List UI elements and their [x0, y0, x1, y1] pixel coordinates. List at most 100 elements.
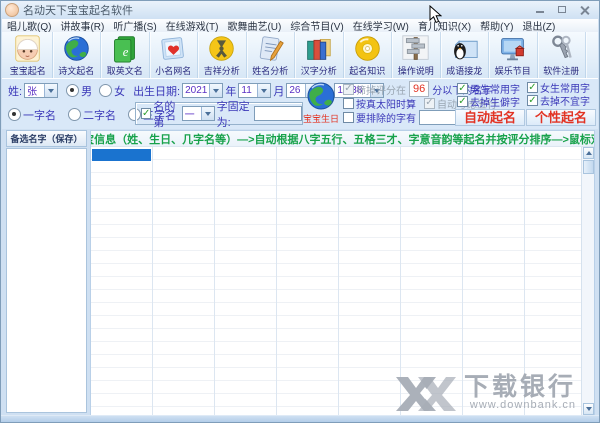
exclude-checkbox[interactable]	[343, 112, 354, 123]
english-book-icon: e	[110, 34, 139, 63]
maximize-button[interactable]	[557, 5, 569, 15]
globe-icon	[62, 34, 91, 63]
year-unit: 年	[225, 83, 236, 99]
fixed-char-label: 名的第	[153, 98, 179, 130]
title-bar[interactable]: 名动天下宝宝起名软件	[1, 1, 599, 19]
toolbar-naming-knowledge[interactable]: 起名知识	[344, 32, 393, 78]
baby-icon	[13, 34, 42, 63]
fixed-char-group: 名的第 一 字固定为:	[135, 102, 303, 125]
dropdown-arrow-icon[interactable]	[209, 84, 222, 97]
window-bottom-frame	[1, 415, 599, 422]
toolbar-hanzi-analysis[interactable]: 汉字分析	[295, 32, 344, 78]
minimize-button[interactable]	[535, 5, 547, 15]
main-area: 备选名字（保存） 输入宝宝信息（姓、生日、几字名等）—>自动根据八字五行、五格三…	[2, 129, 598, 416]
toolbar-instructions[interactable]: 操作说明	[392, 32, 441, 78]
toolbar-english-name[interactable]: e 取英文名	[101, 32, 150, 78]
menu-bar: 唱儿歌(Q) 讲故事(R) 听广播(S) 在线游戏(T) 歌舞曲艺(U) 综合节…	[2, 19, 598, 33]
books-icon	[304, 34, 333, 63]
cd-icon	[353, 34, 382, 63]
scroll-up-button[interactable]	[583, 147, 594, 159]
surname-combobox[interactable]: 张	[24, 83, 58, 98]
input-form-panel: 姓: 张 男 女 出生日期: 2021 年 11 月 26 日 15:38 一字…	[2, 78, 598, 130]
year-combobox[interactable]: 2021	[182, 83, 223, 98]
toolbar-label: 吉祥分析	[204, 64, 240, 77]
remove-rare-checkbox[interactable]	[457, 96, 468, 107]
exclude-label: 要排除的字有	[356, 110, 416, 125]
toolbar-register[interactable]: 软件注册	[538, 32, 587, 78]
menu-item-exit[interactable]: 退出(Z)	[523, 18, 556, 33]
two-char-radio[interactable]	[68, 108, 81, 121]
keys-icon	[547, 34, 576, 63]
penguin-folder-icon	[450, 34, 479, 63]
globe-icon	[305, 80, 337, 112]
photo-heart-icon	[159, 34, 188, 63]
grid-body[interactable]	[91, 147, 581, 415]
menu-item-arts[interactable]: 歌舞曲艺(U)	[227, 18, 281, 33]
selected-cell[interactable]	[92, 149, 151, 161]
menu-item-parenting[interactable]: 育儿知识(X)	[418, 18, 471, 33]
toolbar-label: 起名知识	[349, 64, 385, 77]
toolbar-nickname[interactable]: 小名网名	[150, 32, 199, 78]
toolbar-label: 小名网名	[155, 64, 191, 77]
signpost-icon	[401, 34, 430, 63]
window-title: 名动天下宝宝起名软件	[23, 2, 133, 18]
toolbar-entertainment[interactable]: 娱乐节目	[489, 32, 538, 78]
vertical-scrollbar[interactable]	[581, 147, 594, 415]
grid-instructions: 输入宝宝信息（姓、生日、几字名等）—>自动根据八字五行、五格三才、字意音韵等起名…	[91, 131, 594, 147]
true-solar-checkbox[interactable]	[343, 98, 354, 109]
baby-birthday-label: 宝宝生日	[303, 112, 339, 125]
gender-female-radio[interactable]	[99, 84, 112, 97]
results-grid: 输入宝宝信息（姓、生日、几字名等）—>自动根据八字五行、五格三才、字意音韵等起名…	[90, 130, 595, 416]
toolbar-baby-naming[interactable]: 宝宝起名	[4, 32, 53, 78]
gender-female-label: 女	[114, 83, 125, 99]
month-combobox[interactable]: 11	[238, 83, 271, 98]
menu-item-stories[interactable]: 讲故事(R)	[60, 18, 104, 33]
toolbar-label: 娱乐节目	[495, 64, 531, 77]
menu-item-radio[interactable]: 听广播(S)	[113, 18, 156, 33]
toolbar-poem-naming[interactable]: 诗文起名	[53, 32, 102, 78]
auto-name-button[interactable]: 自动起名	[455, 109, 525, 126]
ordinal-combobox[interactable]: 一	[182, 106, 215, 121]
menu-item-songs[interactable]: 唱儿歌(Q)	[7, 18, 51, 33]
remove-improper-checkbox[interactable]	[527, 95, 538, 106]
toolbar-label: 宝宝起名	[10, 64, 46, 77]
menu-item-programs[interactable]: 综合节目(V)	[290, 18, 343, 33]
custom-name-button[interactable]: 个性起名	[526, 109, 596, 126]
toolbar-label: 取英文名	[107, 64, 143, 77]
surname-label: 姓:	[8, 83, 22, 99]
menu-item-games[interactable]: 在线游戏(T)	[166, 18, 219, 33]
male-common-checkbox[interactable]	[457, 83, 468, 94]
menu-item-help[interactable]: 帮助(Y)	[480, 18, 513, 33]
menu-item-learning[interactable]: 在线学习(W)	[353, 18, 409, 33]
toolbar-name-analysis[interactable]: 姓名分析	[247, 32, 296, 78]
toolbar-luck-analysis[interactable]: 吉祥分析	[198, 32, 247, 78]
wuxing-checkbox[interactable]	[424, 98, 435, 109]
toolbar-idiom-game[interactable]: 成语接龙	[441, 32, 490, 78]
toolbar-label: 成语接龙	[446, 64, 482, 77]
scroll-down-button[interactable]	[583, 403, 594, 415]
fixed-suffix-label: 字固定为:	[217, 98, 254, 130]
candidate-list-header[interactable]: 备选名字（保存）	[6, 130, 87, 147]
close-button[interactable]	[579, 5, 591, 15]
toolbar-label: 姓名分析	[252, 64, 288, 77]
month-unit: 月	[273, 83, 284, 99]
baby-birthday-button[interactable]: 宝宝生日	[302, 80, 340, 126]
scrollbar-thumb[interactable]	[583, 160, 594, 174]
app-icon	[5, 3, 19, 17]
gender-male-label: 男	[81, 83, 92, 99]
candidate-listbox[interactable]	[6, 148, 87, 413]
filter-score-checkbox[interactable]	[343, 84, 354, 95]
female-common-checkbox[interactable]	[527, 82, 538, 93]
dropdown-arrow-icon[interactable]	[201, 107, 214, 120]
one-char-label: 一字名	[23, 107, 56, 123]
fixed-char-input[interactable]	[254, 106, 302, 121]
gender-male-radio[interactable]	[66, 84, 79, 97]
two-char-label: 二字名	[83, 107, 116, 123]
clipboard-pen-icon	[256, 34, 285, 63]
one-char-radio[interactable]	[8, 108, 21, 121]
dropdown-arrow-icon[interactable]	[257, 84, 270, 97]
remove-rare-label: 去掉生僻字	[470, 94, 520, 109]
dropdown-arrow-icon[interactable]	[44, 84, 57, 97]
toolbar-label: 操作说明	[398, 64, 434, 77]
fixed-char-checkbox[interactable]	[141, 108, 151, 119]
